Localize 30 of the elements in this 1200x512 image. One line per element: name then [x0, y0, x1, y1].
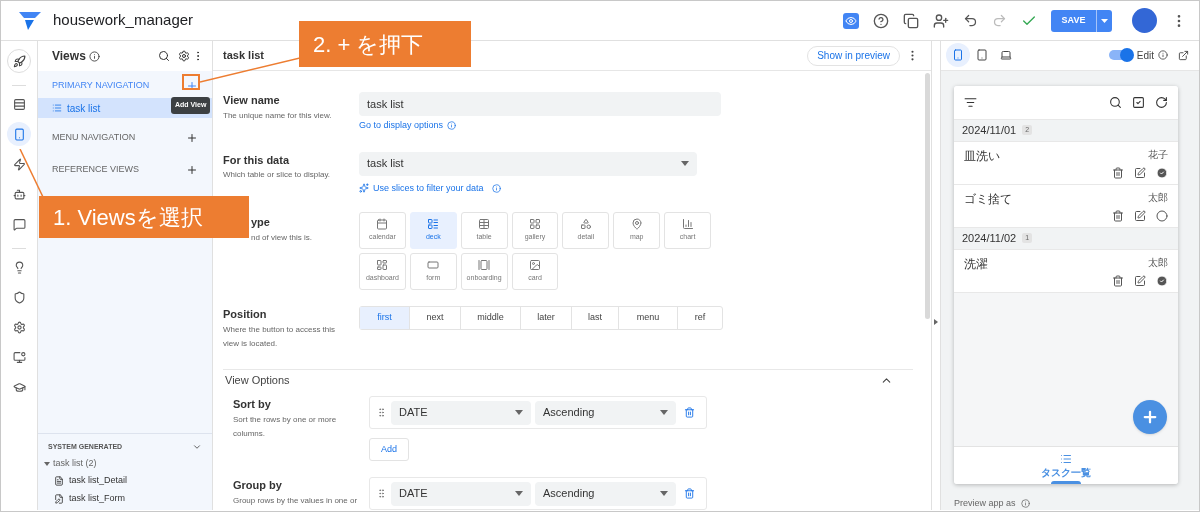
field-label: Position — [223, 307, 268, 322]
task-name: 皿洗い — [964, 147, 1000, 165]
section-title: View Options — [225, 373, 290, 389]
callout: 1. Viewsを選択 — [39, 196, 249, 238]
field-description: Where the button to access this view is located. — [223, 323, 337, 350]
task-name: ゴミ捨て — [964, 190, 1012, 208]
field-label: For this data — [223, 152, 291, 168]
field-label: Sort by — [233, 397, 272, 412]
preview-as-label: Preview app as — [954, 496, 1016, 510]
app-title: housework_manager — [53, 10, 194, 31]
section-heading: MENU NAVIGATION — [52, 131, 136, 145]
assignee: 花子 — [1148, 147, 1168, 162]
field-label: Group by — [233, 478, 283, 493]
section-heading: PRIMARY NAVIGATION — [52, 79, 150, 93]
field-label: View name — [223, 93, 281, 108]
field-description: Group rows by the values in one or — [233, 494, 359, 507]
editor-title: task list — [223, 48, 264, 64]
task-name: 洗濯 — [964, 255, 988, 273]
toggle-label: Edit — [1136, 48, 1154, 63]
panel-title: Views — [52, 48, 86, 65]
group-date: 2024/11/01 — [962, 122, 1017, 138]
field-description: Sort the rows by one or more columns. — [233, 413, 338, 440]
field-description: The unique name for this view. — [223, 109, 333, 122]
field-description: Which table or slice to display. — [223, 169, 331, 181]
assignee: 太郎 — [1148, 190, 1168, 205]
field-label: ype — [251, 215, 271, 230]
group-date: 2024/11/02 — [962, 230, 1017, 246]
assignee: 太郎 — [1148, 255, 1168, 270]
callout: 2. + を押下 — [299, 21, 471, 67]
section-heading: REFERENCE VIEWS — [52, 163, 139, 177]
